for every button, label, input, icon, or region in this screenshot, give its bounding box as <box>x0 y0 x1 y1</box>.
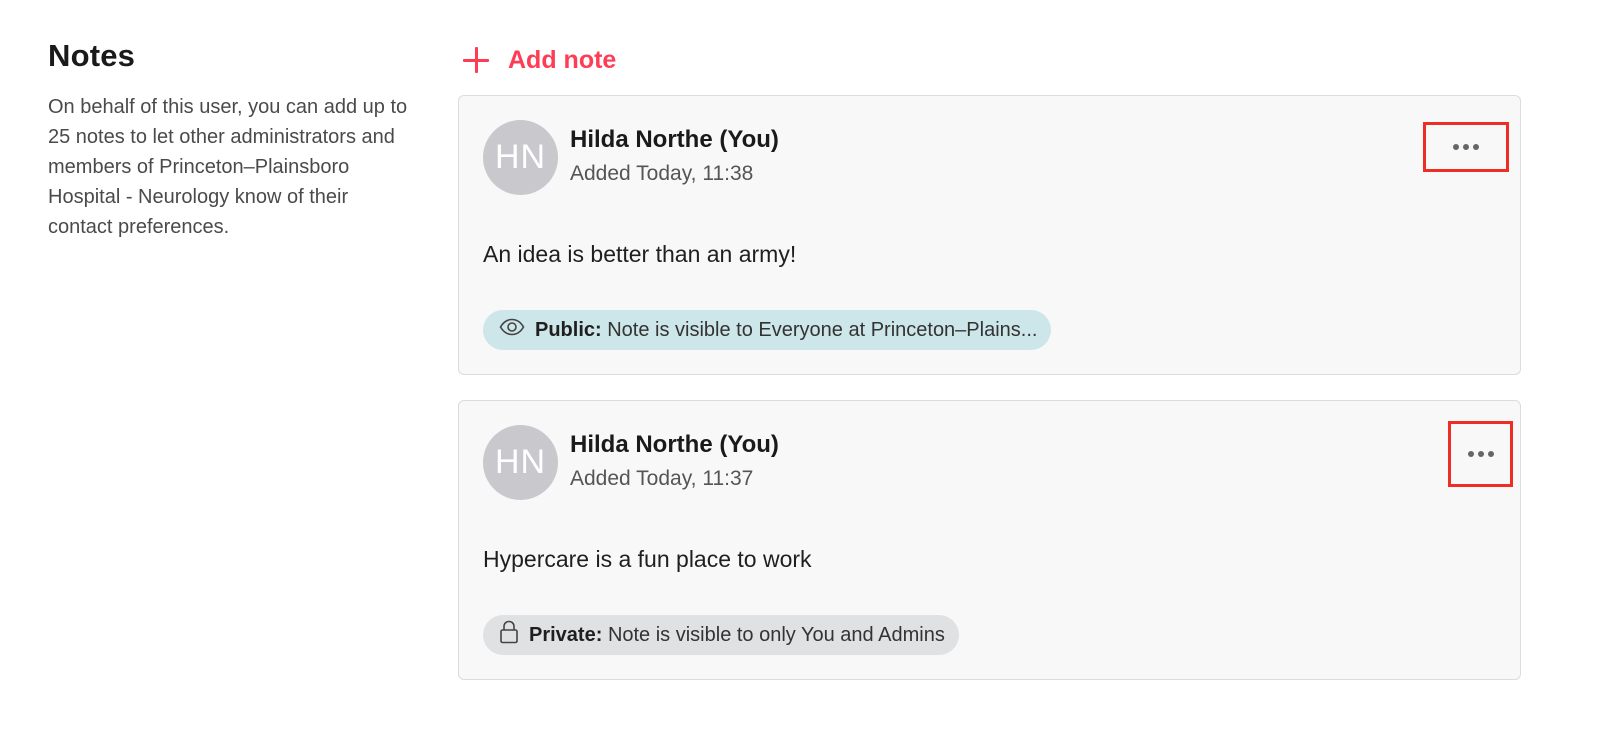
note-author: Hilda Northe (You) <box>570 126 779 153</box>
note-timestamp: Added Today, 11:38 <box>570 162 754 185</box>
eye-icon <box>499 318 525 342</box>
note-menu-button[interactable] <box>1423 122 1509 172</box>
note-card: HN Hilda Northe (You) Added Today, 11:38… <box>458 95 1521 375</box>
notes-intro: Notes On behalf of this user, you can ad… <box>48 38 408 242</box>
note-timestamp: Added Today, 11:37 <box>570 467 754 490</box>
lock-icon <box>499 620 519 650</box>
more-horizontal-icon <box>1467 451 1494 457</box>
visibility-label: Private: <box>529 623 603 646</box>
note-body: Hypercare is a fun place to work <box>483 546 812 572</box>
page-title: Notes <box>48 38 136 73</box>
note-card: HN Hilda Northe (You) Added Today, 11:37… <box>458 400 1521 680</box>
visibility-label: Public: <box>535 318 602 341</box>
more-horizontal-icon <box>1453 144 1479 150</box>
avatar: HN <box>483 120 558 195</box>
visibility-text: Note is visible to only You and Admins <box>607 623 945 646</box>
plus-icon <box>462 46 490 74</box>
visibility-badge-private: Private: Note is visible to only You and… <box>483 615 959 655</box>
visibility-badge-public: Public: Note is visible to Everyone at P… <box>483 310 1052 350</box>
note-menu-button[interactable] <box>1448 421 1513 487</box>
note-body: An idea is better than an army! <box>483 241 797 267</box>
notes-panel: Add note HN Hilda Northe (You) Added Tod… <box>458 38 1521 680</box>
notes-description: On behalf of this user, you can add up t… <box>48 96 408 238</box>
visibility-text: Note is visible to Everyone at Princeton… <box>607 318 1038 341</box>
note-author: Hilda Northe (You) <box>570 431 779 458</box>
add-note-label: Add note <box>508 45 617 74</box>
add-note-button[interactable]: Add note <box>462 38 616 82</box>
avatar: HN <box>483 425 558 500</box>
